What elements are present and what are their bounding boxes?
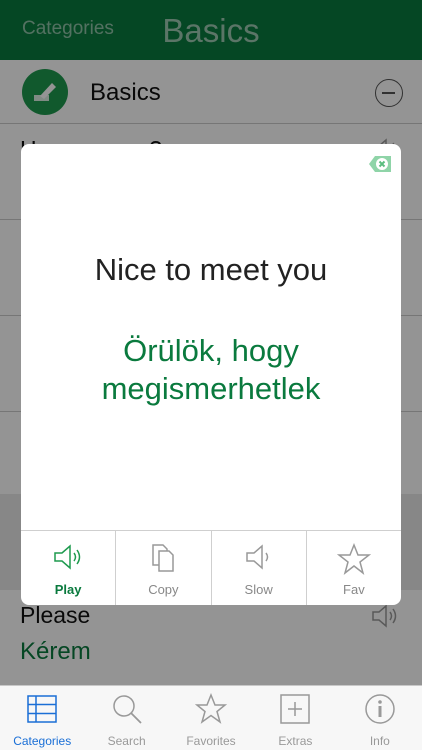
play-button[interactable]: Play (21, 531, 117, 605)
tab-bar: Categories Search Favorites Extras Info (0, 685, 422, 750)
tab-info[interactable]: Info (338, 686, 422, 750)
fav-label: Fav (343, 582, 365, 597)
tab-label: Info (369, 734, 390, 748)
tab-label: Favorites (186, 734, 236, 748)
copy-icon (152, 544, 175, 572)
english-phrase: Nice to meet you (94, 252, 328, 287)
search-icon (112, 695, 142, 724)
speaker-icon (54, 544, 81, 570)
slow-button[interactable]: Slow (212, 531, 307, 605)
tab-extras[interactable]: Extras (253, 686, 337, 750)
tab-label: Extras (278, 734, 313, 748)
speaker-icon (245, 544, 268, 570)
star-icon (195, 693, 228, 724)
tab-label: Categories (13, 734, 72, 748)
fav-button[interactable]: Fav (307, 531, 401, 605)
tab-search[interactable]: Search (84, 686, 168, 750)
tab-favorites[interactable]: Favorites (169, 686, 253, 750)
info-icon (365, 694, 395, 724)
copy-label: Copy (148, 582, 179, 597)
copy-button[interactable]: Copy (116, 531, 212, 605)
tab-label: Search (107, 734, 146, 748)
action-bar: Play Copy Slow Fav (21, 530, 401, 605)
star-icon (336, 543, 371, 575)
slow-label: Slow (244, 582, 273, 597)
phrase-detail-card: Nice to meet you Örülök, hogy megismerhe… (21, 144, 401, 605)
close-icon[interactable] (367, 154, 393, 174)
tab-categories[interactable]: Categories (0, 686, 84, 750)
list-icon (27, 695, 57, 723)
plus-icon (280, 694, 311, 724)
hungarian-phrase: Örülök, hogy megismerhetlek (101, 333, 321, 406)
play-label: Play (54, 582, 82, 597)
